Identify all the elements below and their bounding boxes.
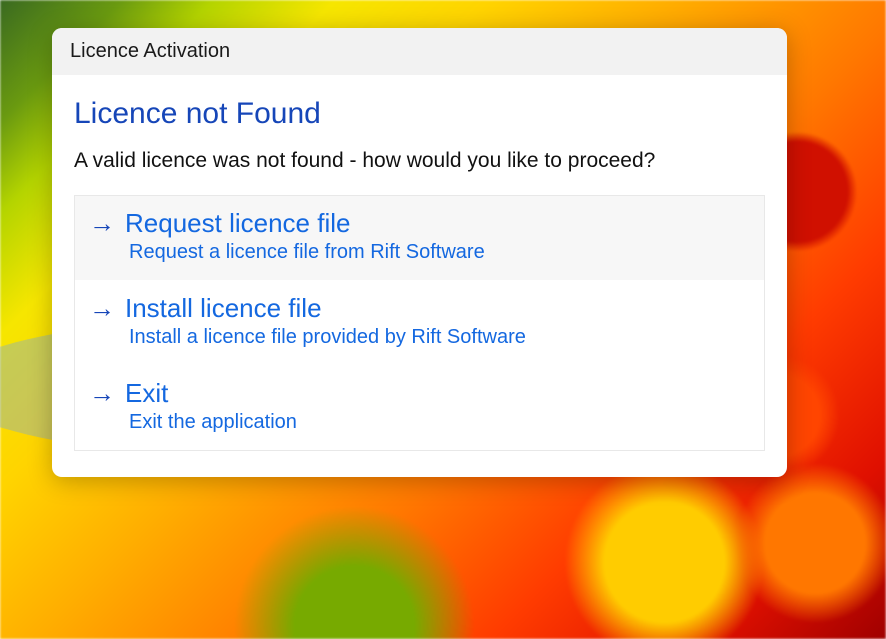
option-request-licence[interactable]: → Request licence file Request a licence… [75, 196, 764, 280]
option-subtitle: Request a licence file from Rift Softwar… [129, 241, 750, 264]
licence-activation-dialog: Licence Activation Licence not Found A v… [52, 28, 787, 477]
dialog-titlebar: Licence Activation [52, 28, 787, 75]
option-title: Request licence file [125, 208, 350, 239]
dialog-title: Licence Activation [70, 40, 230, 62]
option-subtitle: Exit the application [129, 411, 750, 434]
dialog-description: A valid licence was not found - how woul… [74, 149, 765, 173]
option-title: Exit [125, 378, 168, 409]
arrow-right-icon: → [89, 295, 115, 321]
option-install-licence[interactable]: → Install licence file Install a licence… [75, 280, 764, 365]
arrow-right-icon: → [89, 210, 115, 236]
arrow-right-icon: → [89, 380, 115, 406]
option-subtitle: Install a licence file provided by Rift … [129, 326, 750, 349]
option-exit[interactable]: → Exit Exit the application [75, 365, 764, 450]
option-title: Install licence file [125, 293, 322, 324]
dialog-heading: Licence not Found [74, 97, 765, 131]
options-list: → Request licence file Request a licence… [74, 195, 765, 451]
